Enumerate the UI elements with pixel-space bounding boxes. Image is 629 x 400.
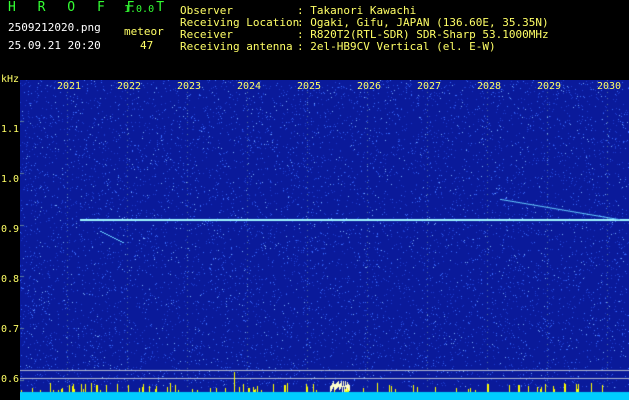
info-value-antenna: : 2el-HB9CV Vertical (el. E-W) (297, 40, 496, 53)
spectrogram-plot (20, 80, 629, 400)
y-axis-label: kHz (1, 74, 20, 85)
y-tick-label: 1.1 (1, 124, 20, 135)
x-tick-label: 2030 (597, 81, 622, 92)
x-tick-label: 2026 (357, 81, 382, 92)
x-tick-label: 2021 (57, 81, 82, 92)
x-tick-label: 2023 (177, 81, 202, 92)
datetime: 25.09.21 20:20 (8, 39, 101, 52)
y-tick-label: 1.0 (1, 174, 20, 185)
header-panel: H R O F F T 1.0.0 2509212020.png 25.09.2… (0, 0, 629, 80)
spectrogram-canvas (20, 80, 629, 400)
app-version: 1.0.0 (124, 4, 155, 15)
x-tick-label: 2028 (477, 81, 502, 92)
x-tick-label: 2029 (537, 81, 562, 92)
file-name: 2509212020.png (8, 21, 101, 34)
y-tick-label: 0.9 (1, 224, 20, 235)
x-tick-label: 2027 (417, 81, 442, 92)
x-tick-label: 2024 (237, 81, 262, 92)
y-tick-label: 0.7 (1, 324, 20, 335)
x-tick-label: 2022 (117, 81, 142, 92)
y-tick-label: 0.8 (1, 274, 20, 285)
meteor-label: meteor (124, 25, 164, 38)
meteor-count: 47 (140, 39, 154, 52)
x-tick-label: 2025 (297, 81, 322, 92)
y-tick-label: 0.6 (1, 374, 20, 385)
info-label-antenna: Receiving antenna (180, 40, 293, 53)
